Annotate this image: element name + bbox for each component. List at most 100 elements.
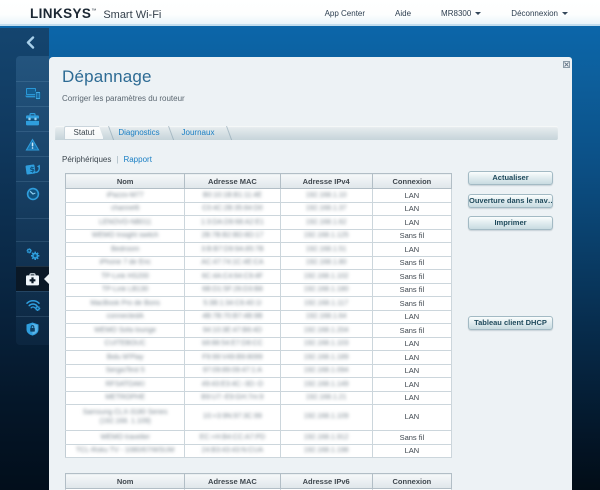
device-mac: AC:47:74:1C:4E:CA	[185, 256, 280, 270]
col-header-mac: Adresse MAC	[185, 474, 280, 489]
nav-router-menu[interactable]: MR8300	[441, 9, 481, 18]
sidebar-collapse-button[interactable]	[26, 36, 35, 54]
media-prioritization-icon: $	[25, 163, 40, 176]
device-mac: 2B:7B:B2:BD:8D:17	[185, 229, 280, 243]
device-mac: 10:+3:9N:97:3C:99	[185, 405, 280, 431]
refresh-button[interactable]: Actualiser	[468, 171, 553, 185]
device-ipv4: 192.168.1.64	[280, 310, 372, 324]
device-ipv4: 192.168.1.912	[280, 431, 372, 445]
close-button[interactable]	[563, 61, 570, 68]
device-mac: EC:+H:B4:CC:A7:PD	[185, 431, 280, 445]
table-header-row: Nom Adresse MAC Adresse IPv6 Connexion	[66, 474, 452, 489]
device-ipv4: 192.168.1.125	[280, 229, 372, 243]
device-mac: 5:3B:1:34:C6:40:1I	[185, 297, 280, 311]
device-mac: C0:4C:2B:35:84:D0	[185, 202, 280, 216]
nav-app-center[interactable]: App Center	[325, 9, 365, 18]
nav-deconnexion[interactable]: Déconnexion	[511, 9, 568, 18]
device-row: iPazzo-M77 B0:10:1B:B1:11:4E 192.168.1.1…	[66, 189, 452, 203]
device-row: LENOVO-NB011 1:3:DA:D9:68:A2:E1 192.168.…	[66, 216, 452, 230]
device-name: Bedroom	[66, 243, 185, 257]
brand-trademark: ™	[91, 8, 96, 14]
device-connexion: Sans fil	[372, 229, 451, 243]
device-name: MacBook Pro de Boris	[66, 297, 185, 311]
security-icon	[26, 322, 39, 336]
device-mac: 4B:7B:70:B7:4B:9B	[185, 310, 280, 324]
rail-top-spacer	[16, 56, 49, 81]
col-header-mac: Adresse MAC	[185, 174, 280, 189]
chevron-down-icon	[475, 12, 481, 15]
device-mac: 49:43:E3:4C:-3D:-D	[185, 378, 280, 392]
col-header-nom: Nom	[66, 174, 185, 189]
subnav-peripheriques[interactable]: Périphériques	[62, 155, 111, 164]
sidebar-item-connectivity[interactable]	[16, 241, 49, 266]
device-mac: b9:88:54:E7:D8:CC	[185, 337, 280, 351]
sidebar-item-network-map[interactable]	[16, 81, 49, 106]
subnav-rapport-link[interactable]: Rapport	[123, 155, 151, 164]
page-subtitle: Corriger les paramètres du routeur	[62, 94, 185, 103]
device-connexion: Sans fil	[372, 297, 451, 311]
sidebar-item-media-prioritization[interactable]: $	[16, 156, 49, 181]
device-mac: F9:99:V49:B9:8099	[185, 351, 280, 365]
device-tables: Nom Adresse MAC Adresse IPv4 Connexion i…	[65, 173, 452, 490]
page-title: Dépannage	[62, 67, 152, 87]
device-ipv4: 192.168.1.103	[280, 337, 372, 351]
device-name: TP-Link LB130	[66, 283, 185, 297]
sidebar-item-security[interactable]	[16, 316, 49, 341]
device-ipv4: 192.168.1.149	[280, 378, 372, 392]
device-connexion: LAN	[372, 391, 451, 405]
device-connexion: LAN	[372, 405, 451, 431]
device-ipv4: 192.168.1.37	[280, 202, 372, 216]
device-name: TCL-Roku TV - 1080/67/WSUM	[66, 444, 185, 458]
device-ipv4: 192.168.1.094	[280, 364, 372, 378]
device-connexion: LAN	[372, 337, 451, 351]
device-connexion: LAN	[372, 364, 451, 378]
sidebar-item-parental-controls[interactable]	[16, 131, 49, 156]
col-header-ipv4: Adresse IPv4	[280, 174, 372, 189]
top-nav: App Center Aide MR8300 Déconnexion	[325, 0, 568, 26]
table-header-row: Nom Adresse MAC Adresse IPv4 Connexion	[66, 174, 452, 189]
device-name: WEMO Sofa lounge	[66, 324, 185, 338]
device-row: TP-Link LB130 6B:D1:5F:26:D3:B8 192.168.…	[66, 283, 452, 297]
device-connexion: Sans fil	[372, 256, 451, 270]
device-mac: 6C:4A:C4:64:C9:4F	[185, 270, 280, 284]
device-row: MacBook Pro de Boris 5:3B:1:34:C6:40:1I …	[66, 297, 452, 311]
device-row: WEMO Insight switch 2B:7B:B2:BD:8D:17 19…	[66, 229, 452, 243]
device-connexion: LAN	[372, 243, 451, 257]
chevron-left-icon	[26, 36, 35, 49]
wireless-icon	[25, 298, 41, 311]
subnav-divider: |	[116, 155, 118, 164]
tab-journaux[interactable]: Journaux	[170, 126, 226, 140]
device-mac: 1:3:DA:D9:68:A2:E1	[185, 216, 280, 230]
sub-nav: Périphériques | Rapport	[62, 155, 152, 164]
tab-bar: Statut Diagnostics Journaux	[55, 126, 558, 140]
device-mac: 94:10:3E:47:B6:4D	[185, 324, 280, 338]
device-name: SergioTest 5	[66, 364, 185, 378]
device-mac: B9:U7:-E9:GH:7m:9	[185, 391, 280, 405]
device-connexion: Sans fil	[372, 431, 451, 445]
device-row: WEMO Sofa lounge 94:10:3E:47:B6:4D 192.1…	[66, 324, 452, 338]
tab-statut[interactable]: Statut	[64, 126, 104, 140]
dhcp-table-button[interactable]: Tableau client DHCP	[468, 316, 553, 330]
sidebar-item-speed-test[interactable]	[16, 181, 49, 206]
device-name: iPazzo-M77	[66, 189, 185, 203]
device-ipv4: 192.168.1.102	[280, 270, 372, 284]
device-name: RFSATOAKI	[66, 378, 185, 392]
sidebar-item-wireless[interactable]	[16, 291, 49, 316]
device-connexion: LAN	[372, 444, 451, 458]
print-button[interactable]: Imprimer	[468, 216, 553, 230]
brand-subtitle: Smart Wi-Fi	[103, 9, 161, 21]
device-mac: 3:B:B7:D9:9A:85:7B	[185, 243, 280, 257]
tab-diagnostics[interactable]: Diagnostics	[110, 126, 168, 140]
open-in-browser-button[interactable]: Ouverture dans le nav…	[468, 194, 553, 208]
device-row: METROPHE B9:U7:-E9:GH:7m:9 192.168.1.21 …	[66, 391, 452, 405]
device-ipv4: 192.168.1.109	[280, 405, 372, 431]
device-row: RFSATOAKI 49:43:E3:4C:-3D:-D 192.168.1.1…	[66, 378, 452, 392]
device-row: Bedroom 3:B:B7:D9:9A:85:7B 192.168.1.51 …	[66, 243, 452, 257]
sidebar-item-guest-access[interactable]	[16, 106, 49, 131]
main-panel: Dépannage Corriger les paramètres du rou…	[49, 57, 572, 490]
nav-aide[interactable]: Aide	[395, 9, 411, 18]
speed-test-icon	[26, 187, 40, 201]
device-row: channel6 C0:4C:2B:35:84:D0 192.168.1.37 …	[66, 202, 452, 216]
guest-access-icon	[25, 113, 40, 126]
linksys-logo: LINKSYS™ Smart Wi-Fi	[30, 6, 161, 21]
